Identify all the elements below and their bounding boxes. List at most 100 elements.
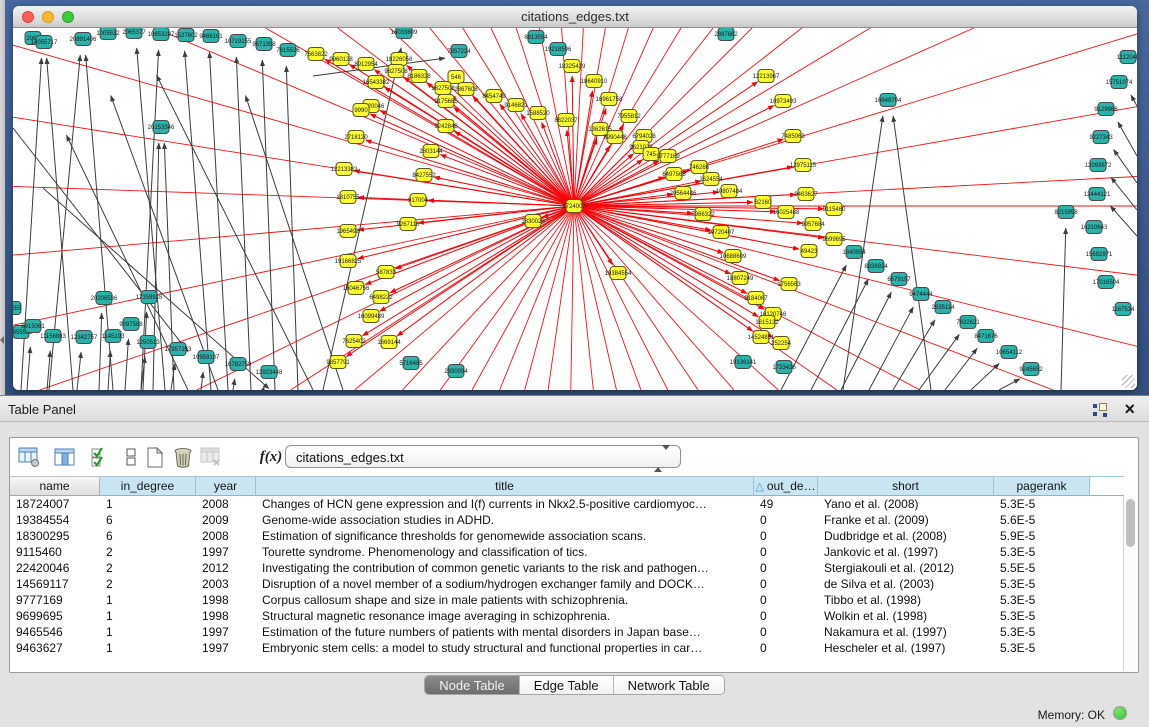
graph-node[interactable]: 252254 — [771, 337, 792, 350]
graph-node[interactable]: 9129966 — [1094, 103, 1118, 116]
cell-name[interactable]: 9463627 — [10, 640, 100, 656]
table-source-dropdown[interactable]: citations_edges.txt — [285, 445, 681, 468]
graph-node[interactable]: 9960128 — [329, 53, 353, 66]
graph-node[interactable]: 19218596 — [545, 43, 572, 56]
cell-pagerank[interactable]: 5.3E-5 — [994, 608, 1090, 624]
cell-indegree[interactable]: 1 — [100, 624, 196, 640]
table-row[interactable]: 2242004622012Investigating the contribut… — [10, 560, 1124, 576]
graph-node[interactable]: 15751074 — [1106, 76, 1133, 89]
graph-node[interactable]: 12213967 — [753, 70, 780, 83]
graph-node[interactable]: 7632621 — [956, 316, 980, 329]
cell-pagerank[interactable]: 5.3E-5 — [994, 576, 1090, 592]
graph-node[interactable]: 6497568 — [662, 168, 686, 181]
cell-pagerank[interactable]: 5.9E-5 — [994, 528, 1090, 544]
graph-node[interactable]: 2935114 — [932, 301, 956, 314]
cell-title[interactable]: Estimation of significance thresholds fo… — [256, 528, 754, 544]
graph-node[interactable]: 12213383 — [331, 163, 358, 176]
cell-outde[interactable]: 0 — [754, 512, 818, 528]
graph-node[interactable]: 8813054 — [524, 31, 548, 44]
graph-node[interactable]: 1167534 — [1112, 303, 1136, 316]
citation-network-graph[interactable]: 2063140557172089140610055322065377106532… — [13, 28, 1137, 390]
graph-node[interactable]: 746266 — [689, 161, 710, 174]
graph-node[interactable]: 17016504 — [1093, 276, 1120, 289]
graph-node[interactable]: 1669144 — [377, 336, 401, 349]
cell-year[interactable]: 2008 — [196, 496, 256, 512]
graph-node[interactable]: 1250513 — [136, 336, 160, 349]
graph-node[interactable]: 29555 — [13, 302, 22, 315]
cell-indegree[interactable]: 1 — [100, 640, 196, 656]
cell-name[interactable]: 18724007 — [10, 496, 100, 512]
table-row[interactable]: 969969511998Structural magnetic resonanc… — [10, 608, 1124, 624]
graph-node[interactable]: 8427552 — [412, 169, 436, 182]
cell-pagerank[interactable]: 5.6E-5 — [994, 512, 1090, 528]
table-settings-icon[interactable] — [16, 444, 42, 470]
graph-node[interactable]: 9466161 — [199, 30, 223, 43]
graph-node[interactable]: 62160 — [755, 196, 772, 209]
graph-node[interactable]: 587833 — [376, 266, 397, 279]
graph-node[interactable]: 9699695 — [822, 233, 846, 246]
graph-node[interactable]: 9474444 — [909, 288, 933, 301]
graph-node[interactable]: 1005532 — [96, 28, 120, 40]
cell-title[interactable]: Changes of HCN gene expression and I(f) … — [256, 496, 754, 512]
cell-short[interactable]: Wolkin et al. (1998) — [818, 608, 994, 624]
graph-node[interactable]: 1145193 — [102, 330, 126, 343]
graph-node[interactable]: 16046756 — [343, 282, 370, 295]
left-splitter[interactable] — [0, 0, 5, 395]
graph-node[interactable]: 8990448 — [603, 131, 627, 144]
graph-node[interactable]: 9957684 — [801, 218, 825, 231]
cell-title[interactable]: Embryonic stem cells: a model to study s… — [256, 640, 754, 656]
graph-node[interactable]: 10807484 — [716, 185, 743, 198]
graph-node[interactable]: 20153346 — [148, 121, 175, 134]
cell-name[interactable]: 22420046 — [10, 560, 100, 576]
column-header-pagerank[interactable]: pagerank — [994, 476, 1090, 496]
cell-name[interactable]: 9115460 — [10, 544, 100, 560]
cell-indegree[interactable]: 1 — [100, 592, 196, 608]
cell-year[interactable]: 1997 — [196, 544, 256, 560]
cell-indegree[interactable]: 2 — [100, 560, 196, 576]
graph-node[interactable]: 9990 — [353, 104, 369, 117]
graph-node[interactable]: 6679197 — [887, 273, 911, 286]
tab-network-table[interactable]: Network Table — [614, 676, 724, 694]
select-rows-icon[interactable] — [88, 444, 114, 470]
cell-pagerank[interactable]: 5.3E-5 — [994, 624, 1090, 640]
graph-node[interactable]: 10653287 — [148, 28, 175, 41]
graph-node[interactable]: 2718120 — [344, 131, 368, 144]
resize-grip[interactable] — [1122, 375, 1135, 388]
table-row[interactable]: 1872400712008Changes of HCN gene express… — [10, 496, 1124, 512]
column-header-name[interactable]: name — [10, 476, 100, 496]
cell-short[interactable]: Franke et al. (2009) — [818, 512, 994, 528]
graph-node[interactable]: 9857791 — [326, 356, 350, 369]
vertical-scrollbar[interactable] — [1123, 496, 1137, 671]
cell-outde[interactable]: 0 — [754, 592, 818, 608]
graph-node[interactable]: 9671358 — [252, 38, 276, 51]
cell-year[interactable]: 2008 — [196, 528, 256, 544]
graph-node[interactable]: 9097588 — [119, 318, 143, 331]
cell-year[interactable]: 2012 — [196, 560, 256, 576]
graph-node[interactable]: 7663822 — [304, 48, 328, 61]
graph-node[interactable]: 18226058 — [386, 53, 413, 66]
graph-node[interactable]: 1527602 — [174, 29, 198, 42]
graph-node[interactable]: 2887682 — [714, 28, 738, 41]
graph-node[interactable]: 8938924 — [864, 260, 888, 273]
cell-short[interactable]: Nakamura et al. (1997) — [818, 624, 994, 640]
graph-node[interactable]: 9184067 — [744, 292, 768, 305]
cell-outde[interactable]: 0 — [754, 528, 818, 544]
cell-outde[interactable]: 0 — [754, 624, 818, 640]
cell-outde[interactable]: 0 — [754, 608, 818, 624]
cell-name[interactable]: 14569117 — [10, 576, 100, 592]
graph-node[interactable]: 17359928 — [136, 291, 163, 304]
graph-node[interactable]: 1756563 — [777, 278, 801, 291]
cell-indegree[interactable]: 1 — [100, 496, 196, 512]
cell-title[interactable]: Tourette syndrome. Phenomenology and cla… — [256, 544, 754, 560]
cell-indegree[interactable]: 6 — [100, 528, 196, 544]
graph-node[interactable]: 12975115 — [790, 159, 817, 172]
column-header-short[interactable]: short — [818, 476, 994, 496]
cell-short[interactable]: Stergiakouli et al. (2012) — [818, 560, 994, 576]
cell-short[interactable]: Dudbridge et al. (2008) — [818, 528, 994, 544]
graph-node[interactable]: 12444121 — [1084, 188, 1111, 201]
table-row[interactable]: 1456911722003Disruption of a novel membe… — [10, 576, 1124, 592]
graph-node[interactable]: 9245652 — [1019, 363, 1043, 376]
graph-node[interactable]: 8186328 — [407, 70, 431, 83]
cell-title[interactable]: Disruption of a novel member of a sodium… — [256, 576, 754, 592]
show-columns-icon[interactable] — [52, 444, 78, 470]
